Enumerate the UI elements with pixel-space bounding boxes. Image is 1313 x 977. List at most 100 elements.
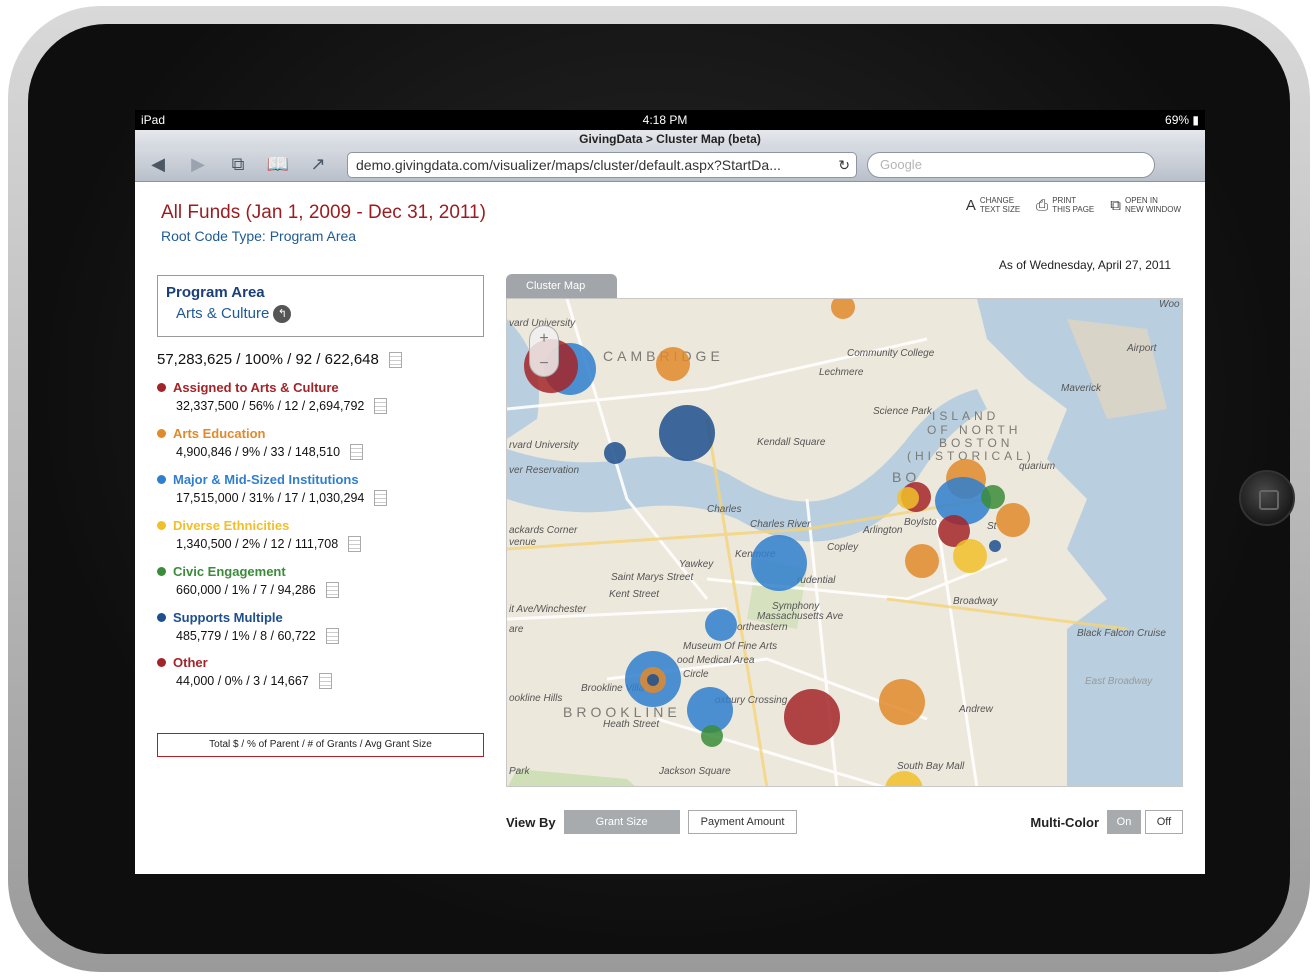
document-icon[interactable] xyxy=(374,490,388,506)
multi-color-off-button[interactable]: Off xyxy=(1145,810,1183,834)
grant-bubble[interactable] xyxy=(604,442,626,464)
grant-size-button[interactable]: Grant Size xyxy=(563,810,680,834)
category-item[interactable]: Arts Education 4,900,846 / 9% / 33 / 148,… xyxy=(157,426,364,460)
category-stats-text: 17,515,000 / 31% / 17 / 1,030,294 xyxy=(176,491,365,505)
category-item[interactable]: Major & Mid-Sized Institutions 17,515,000… xyxy=(157,472,388,506)
grant-bubble[interactable] xyxy=(996,503,1030,537)
as-of-date: As of Wednesday, April 27, 2011 xyxy=(998,258,1171,272)
map-label: ackards Corner xyxy=(509,525,578,536)
page-tools: A CHANGE TEXT SIZE ⎙ PRINT THIS PAGE ⧉ OPE… xyxy=(966,196,1181,214)
multi-color-control: Multi-Color On Off xyxy=(1030,810,1183,834)
print-icon: ⎙ xyxy=(1036,196,1049,214)
category-stats: 4,900,846 / 9% / 33 / 148,510 xyxy=(176,444,364,460)
document-icon[interactable] xyxy=(325,628,339,644)
category-stats: 660,000 / 1% / 7 / 94,286 xyxy=(176,582,339,598)
payment-amount-button[interactable]: Payment Amount xyxy=(687,810,798,834)
address-bar[interactable]: demo.givingdata.com/visualizer/maps/clus… xyxy=(347,151,857,178)
category-stats: 32,337,500 / 56% / 12 / 2,694,792 xyxy=(176,398,388,414)
grant-bubble[interactable] xyxy=(659,405,715,461)
category-name[interactable]: Major & Mid-Sized Institutions xyxy=(157,472,387,487)
category-name[interactable]: Civic Engagement xyxy=(157,564,339,579)
category-name[interactable]: Diverse Ethnicities xyxy=(157,518,361,533)
category-stats-text: 485,779 / 1% / 8 / 60,722 xyxy=(176,629,316,643)
document-icon[interactable] xyxy=(350,444,364,460)
share-icon[interactable]: ↗ xyxy=(303,154,333,175)
map-label: Airport xyxy=(1127,343,1157,354)
category-stats-text: 1,340,500 / 2% / 12 / 111,708 xyxy=(176,537,339,551)
grant-bubble[interactable] xyxy=(981,485,1005,509)
open-new-window-button[interactable]: ⧉ OPEN IN NEW WINDOW xyxy=(1110,196,1181,214)
category-label: Major & Mid-Sized Institutions xyxy=(173,472,359,487)
map-label: Boylsto xyxy=(904,517,937,528)
grant-bubble[interactable] xyxy=(784,689,840,745)
category-item[interactable]: Supports Multiple 485,779 / 1% / 8 / 60,7… xyxy=(157,610,339,644)
grant-bubble[interactable] xyxy=(751,535,807,591)
category-stats: 44,000 / 0% / 3 / 14,667 xyxy=(176,673,332,689)
reload-icon[interactable]: ↻ xyxy=(838,153,850,177)
search-input[interactable]: Google xyxy=(867,151,1155,178)
document-icon[interactable] xyxy=(374,398,388,414)
grant-bubble[interactable] xyxy=(656,347,690,381)
category-item[interactable]: Diverse Ethnicities 1,340,500 / 2% / 12 /… xyxy=(157,518,362,552)
map-label: Copley xyxy=(827,542,859,553)
category-stats-text: 660,000 / 1% / 7 / 94,286 xyxy=(176,583,316,597)
grant-bubble[interactable] xyxy=(905,544,939,578)
drill-up-icon[interactable]: ↰ xyxy=(273,305,292,324)
category-item[interactable]: Civic Engagement 660,000 / 1% / 7 / 94,28… xyxy=(157,564,339,598)
grant-bubble[interactable] xyxy=(701,725,723,747)
page-title: All Funds (Jan 1, 2009 - Dec 31, 2011) xyxy=(161,202,486,223)
forward-icon[interactable]: ▶ xyxy=(183,154,213,175)
map-label: Jackson Square xyxy=(659,766,731,777)
document-icon[interactable] xyxy=(318,673,332,689)
grant-bubble[interactable] xyxy=(705,609,737,641)
bookmarks-icon[interactable]: 📖 xyxy=(263,154,293,175)
category-item[interactable]: Assigned to Arts & Culture 32,337,500 / 5… xyxy=(157,380,388,414)
category-name[interactable]: Supports Multiple xyxy=(157,610,339,625)
program-area-item[interactable]: Arts & Culture ↰ xyxy=(176,305,292,324)
grant-bubble[interactable] xyxy=(953,539,987,573)
category-name[interactable]: Arts Education xyxy=(157,426,363,441)
category-item[interactable]: Other 44,000 / 0% / 3 / 14,667 xyxy=(157,655,332,689)
map-label: Museum Of Fine Arts xyxy=(683,641,778,652)
map-label: Kendall Square xyxy=(757,437,826,448)
grant-bubble[interactable] xyxy=(647,674,659,686)
stats-legend-key: Total $ / % of Parent / # of Grants / Av… xyxy=(157,733,484,757)
status-time: 4:18 PM xyxy=(642,113,688,127)
back-icon[interactable]: ◀ xyxy=(143,154,173,175)
tabs-icon[interactable]: ⧉ xyxy=(223,154,253,175)
program-area-box: Program Area Arts & Culture ↰ xyxy=(157,275,484,337)
category-name[interactable]: Assigned to Arts & Culture xyxy=(157,380,387,395)
map-label: Yawkey xyxy=(679,559,714,570)
total-stats: 57,283,625 / 100% / 92 / 622,648 xyxy=(157,351,402,368)
view-by-control: View By Grant Size Payment Amount xyxy=(506,810,798,834)
grant-bubble[interactable] xyxy=(897,487,919,509)
map-label: ortheastern xyxy=(737,622,788,633)
print-button[interactable]: ⎙ PRINT THIS PAGE xyxy=(1036,196,1094,214)
battery-percent: 69% xyxy=(1165,113,1190,127)
document-icon[interactable] xyxy=(388,351,402,368)
grant-bubble[interactable] xyxy=(879,679,925,725)
multi-color-label: Multi-Color xyxy=(1030,814,1099,830)
zoom-out-button[interactable]: − xyxy=(530,351,558,376)
category-name[interactable]: Other xyxy=(157,655,332,670)
map-label: East Broadway xyxy=(1085,676,1153,687)
grant-bubble[interactable] xyxy=(989,540,1001,552)
document-icon[interactable] xyxy=(325,582,339,598)
document-icon[interactable] xyxy=(348,536,362,552)
home-button[interactable] xyxy=(1239,470,1295,526)
map-label: it Ave/Winchester xyxy=(509,604,587,615)
zoom-in-button[interactable]: + xyxy=(530,326,558,351)
map-label: ookline Hills xyxy=(509,693,563,704)
cluster-map[interactable]: CAMBRIDGE BROOKLINE BO ISLAND OF NORTH B… xyxy=(506,298,1183,787)
map-label-island: ISLAND xyxy=(932,409,1000,423)
map-label: Andrew xyxy=(959,704,993,715)
map-label-boston-north: BOSTON xyxy=(939,436,1014,450)
tab-cluster-map[interactable]: Cluster Map xyxy=(506,274,617,298)
browser-toolbar: ◀ ▶ ⧉ 📖 ↗ demo.givingdata.com/visualizer… xyxy=(135,148,1205,182)
map-label: Science Park xyxy=(873,406,932,417)
map-zoom-control: + − xyxy=(529,325,559,377)
change-text-size-button[interactable]: A CHANGE TEXT SIZE xyxy=(966,196,1020,214)
tool-label: OPEN IN xyxy=(1125,196,1158,205)
multi-color-on-button[interactable]: On xyxy=(1107,810,1141,834)
category-stats: 1,340,500 / 2% / 12 / 111,708 xyxy=(176,536,362,552)
